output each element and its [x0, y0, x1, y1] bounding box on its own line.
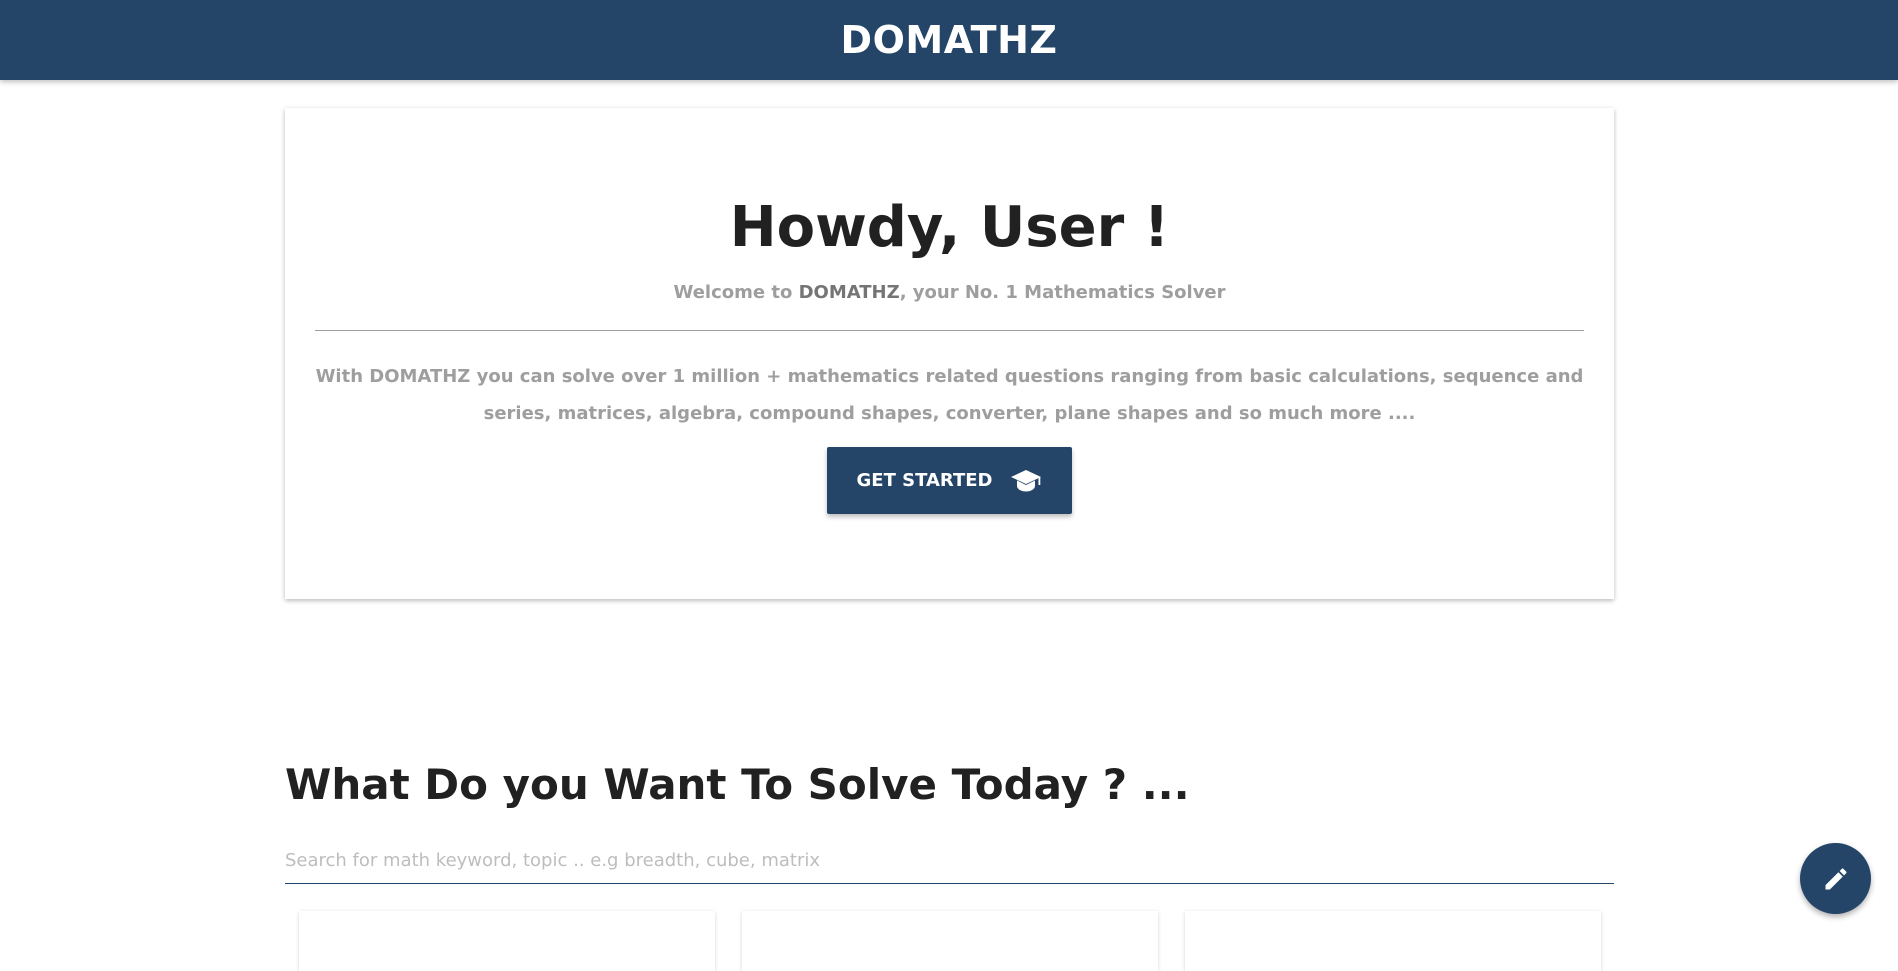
subtitle-brand: DOMATHZ — [798, 282, 900, 303]
topic-card[interactable] — [299, 911, 715, 971]
subtitle-suffix: , your No. 1 Mathematics Solver — [899, 282, 1226, 303]
hero-title: Howdy, User ! — [729, 195, 1170, 260]
edit-fab-button[interactable] — [1800, 843, 1871, 914]
hero-card: Howdy, User ! Welcome to DOMATHZ, your N… — [285, 108, 1614, 599]
graduation-cap-icon — [1011, 469, 1042, 491]
search-bar — [285, 838, 1614, 884]
hero-divider — [315, 330, 1584, 331]
hero-description: With DOMATHZ you can solve over 1 millio… — [315, 366, 1584, 424]
get-started-button[interactable]: GET STARTED — [827, 447, 1072, 514]
topic-card[interactable] — [742, 911, 1158, 971]
topic-card[interactable] — [1185, 911, 1601, 971]
subtitle-prefix: Welcome to — [673, 282, 799, 303]
solve-section-title: What Do you Want To Solve Today ? ... — [285, 760, 1190, 809]
get-started-label: GET STARTED — [856, 470, 993, 491]
top-navbar: DOMATHZ — [0, 0, 1898, 80]
pencil-icon — [1825, 867, 1847, 889]
brand-logo[interactable]: DOMATHZ — [841, 18, 1058, 62]
search-input[interactable] — [285, 838, 1614, 883]
hero-subtitle: Welcome to DOMATHZ, your No. 1 Mathemati… — [285, 282, 1614, 303]
